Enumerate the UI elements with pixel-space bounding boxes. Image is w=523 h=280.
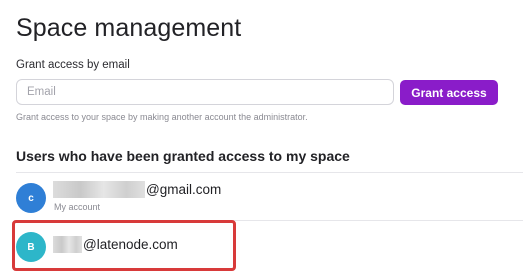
user-email: @gmail.com bbox=[53, 181, 221, 198]
page-title: Space management bbox=[16, 14, 242, 42]
user-row-my-account[interactable]: c @gmail.com My account bbox=[16, 173, 523, 220]
user-email-domain: @gmail.com bbox=[146, 182, 222, 197]
grant-access-help-text: Grant access to your space by making ano… bbox=[16, 112, 308, 122]
avatar: c bbox=[16, 183, 46, 213]
redacted-email-username bbox=[53, 181, 145, 198]
redacted-email-username bbox=[53, 236, 82, 253]
my-account-label: My account bbox=[54, 202, 101, 212]
grant-access-label: Grant access by email bbox=[16, 59, 130, 71]
avatar: B bbox=[16, 232, 46, 262]
grant-access-button[interactable]: Grant access bbox=[400, 80, 498, 105]
users-section-title: Users who have been granted access to my… bbox=[16, 148, 350, 164]
user-row[interactable]: B @latenode.com bbox=[16, 221, 523, 268]
user-email-domain: @latenode.com bbox=[83, 237, 178, 252]
user-email: @latenode.com bbox=[53, 236, 178, 253]
email-input[interactable] bbox=[16, 79, 394, 105]
